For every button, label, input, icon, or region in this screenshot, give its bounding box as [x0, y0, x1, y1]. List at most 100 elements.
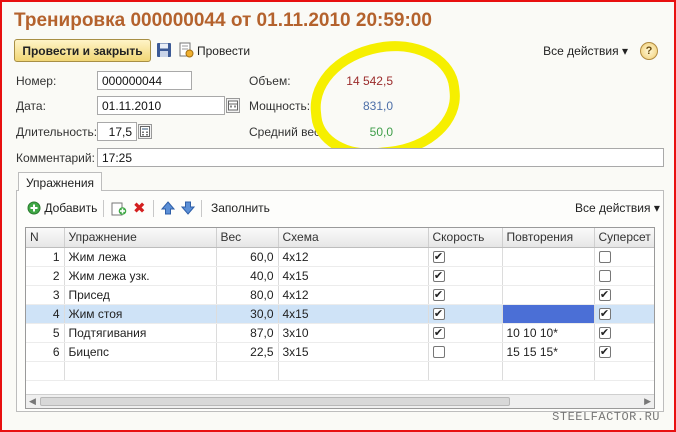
scheme-cell[interactable]: 3x15 — [278, 342, 429, 362]
move-down-icon[interactable] — [180, 201, 196, 218]
fill-button[interactable]: Заполнить — [211, 201, 270, 215]
column-header[interactable]: Вес — [216, 228, 279, 248]
speed-cell[interactable]: ✔ — [428, 266, 503, 286]
speed-checkbox[interactable]: ✔ — [432, 270, 445, 283]
scroll-left-icon[interactable]: ◀ — [29, 396, 36, 407]
reps-cell[interactable] — [502, 304, 595, 324]
row-number-cell[interactable]: 3 — [26, 285, 65, 305]
exercise-cell[interactable]: Бицепс — [64, 342, 217, 362]
table-row[interactable]: 3 Присед 80,0 4x12 ✔ ✔ — [26, 285, 654, 305]
copy-row-icon[interactable] — [111, 201, 127, 219]
calendar-icon[interactable] — [226, 98, 240, 113]
row-number-cell[interactable]: 1 — [26, 247, 65, 267]
speed-cell[interactable]: ✔ — [428, 285, 503, 305]
superset-checkbox[interactable] — [598, 251, 611, 264]
speed-cell[interactable]: ✔ — [428, 304, 503, 324]
weight-cell[interactable]: 60,0 — [216, 247, 279, 267]
reps-cell[interactable] — [502, 266, 595, 286]
number-field[interactable]: 000000044 — [97, 71, 192, 90]
table-all-actions-menu[interactable]: Все действия ▾ — [575, 201, 660, 215]
table-row[interactable]: 5 Подтягивания 87,0 3x10 ✔ 10 10 10* ✔ — [26, 323, 654, 343]
exercise-cell[interactable]: Присед — [64, 285, 217, 305]
empty-cell — [216, 361, 279, 381]
scheme-cell[interactable]: 4x12 — [278, 285, 429, 305]
all-actions-menu[interactable]: Все действия ▾ — [543, 44, 628, 58]
column-header[interactable]: Повторения — [502, 228, 595, 248]
superset-checkbox[interactable] — [598, 270, 611, 283]
row-number-cell[interactable]: 4 — [26, 304, 65, 324]
reps-cell[interactable]: 15 15 15* — [502, 342, 595, 362]
column-header[interactable]: N — [26, 228, 65, 248]
column-header[interactable]: Скорость — [428, 228, 503, 248]
row-number-cell[interactable]: 2 — [26, 266, 65, 286]
tab-exercises[interactable]: Упражнения — [18, 172, 102, 191]
comment-field[interactable]: 17:25 — [97, 148, 664, 167]
exercises-table[interactable]: N Упражнение Вес Схема Скорость Повторения Суп… — [25, 227, 655, 409]
table-row[interactable]: 2 Жим лежа узк. 40,0 4x15 ✔ — [26, 266, 654, 286]
column-header[interactable]: Суперсет — [594, 228, 654, 248]
superset-cell[interactable]: ✔ — [594, 304, 654, 324]
speed-checkbox[interactable] — [432, 346, 445, 359]
post-button-label: Провести — [197, 44, 251, 58]
speed-cell[interactable]: ✔ — [428, 323, 503, 343]
table-row[interactable]: 6 Бицепс 22,5 3x15 15 15 15* ✔ — [26, 342, 654, 362]
scheme-cell[interactable]: 4x15 — [278, 304, 429, 324]
row-number-cell[interactable]: 6 — [26, 342, 65, 362]
delete-row-icon[interactable]: ✖ — [133, 199, 146, 217]
table-header-row: N Упражнение Вес Схема Скорость Повторения Суп… — [26, 228, 654, 248]
weight-cell[interactable]: 22,5 — [216, 342, 279, 362]
column-header[interactable]: Упражнение — [64, 228, 217, 248]
superset-checkbox[interactable]: ✔ — [598, 289, 611, 302]
superset-cell[interactable] — [594, 247, 654, 267]
superset-cell[interactable] — [594, 266, 654, 286]
weight-cell[interactable]: 80,0 — [216, 285, 279, 305]
scheme-cell[interactable]: 4x15 — [278, 266, 429, 286]
speed-checkbox[interactable]: ✔ — [432, 308, 445, 321]
weight-cell[interactable]: 40,0 — [216, 266, 279, 286]
table-row[interactable]: 4 Жим стоя 30,0 4x15 ✔ ✔ — [26, 304, 654, 324]
comment-label: Комментарий: — [16, 151, 95, 165]
horizontal-scrollbar[interactable]: ◀ ▶ — [26, 394, 654, 408]
scheme-cell[interactable]: 4x12 — [278, 247, 429, 267]
duration-field[interactable]: 17,5 — [97, 122, 137, 141]
reps-cell[interactable] — [502, 247, 595, 267]
exercise-cell[interactable]: Жим лежа — [64, 247, 217, 267]
window-frame: Тренировка 000000044 от 01.11.2010 20:59… — [0, 0, 676, 432]
column-header[interactable]: Схема — [278, 228, 429, 248]
speed-checkbox[interactable]: ✔ — [432, 327, 445, 340]
post-and-close-button[interactable]: Провести и закрыть — [14, 39, 151, 62]
calculator-icon[interactable] — [138, 124, 152, 139]
weight-cell[interactable]: 87,0 — [216, 323, 279, 343]
empty-cell — [502, 361, 595, 381]
exercise-cell[interactable]: Жим стоя — [64, 304, 217, 324]
date-field[interactable]: 01.11.2010 — [97, 96, 225, 115]
table-row[interactable]: 1 Жим лежа 60,0 4x12 ✔ — [26, 247, 654, 267]
duration-label: Длительность: — [16, 125, 98, 139]
superset-cell[interactable]: ✔ — [594, 323, 654, 343]
superset-cell[interactable]: ✔ — [594, 342, 654, 362]
exercise-cell[interactable]: Жим лежа узк. — [64, 266, 217, 286]
superset-checkbox[interactable]: ✔ — [598, 308, 611, 321]
reps-cell[interactable] — [502, 285, 595, 305]
speed-cell[interactable]: ✔ — [428, 247, 503, 267]
exercise-cell[interactable]: Подтягивания — [64, 323, 217, 343]
add-row-button[interactable]: Добавить — [27, 201, 97, 215]
superset-cell[interactable]: ✔ — [594, 285, 654, 305]
scheme-cell[interactable]: 3x10 — [278, 323, 429, 343]
save-icon[interactable] — [156, 42, 172, 58]
move-up-icon[interactable] — [160, 201, 176, 218]
superset-checkbox[interactable]: ✔ — [598, 327, 611, 340]
post-button[interactable]: Провести — [179, 41, 250, 61]
scrollbar-thumb[interactable] — [40, 397, 510, 406]
reps-cell[interactable]: 10 10 10* — [502, 323, 595, 343]
empty-cell — [278, 361, 429, 381]
superset-checkbox[interactable]: ✔ — [598, 346, 611, 359]
weight-cell[interactable]: 30,0 — [216, 304, 279, 324]
scroll-right-icon[interactable]: ▶ — [644, 396, 651, 407]
speed-cell[interactable] — [428, 342, 503, 362]
row-number-cell[interactable]: 5 — [26, 323, 65, 343]
speed-checkbox[interactable]: ✔ — [432, 251, 445, 264]
speed-checkbox[interactable]: ✔ — [432, 289, 445, 302]
empty-cell — [594, 361, 654, 381]
help-icon[interactable]: ? — [640, 42, 658, 60]
